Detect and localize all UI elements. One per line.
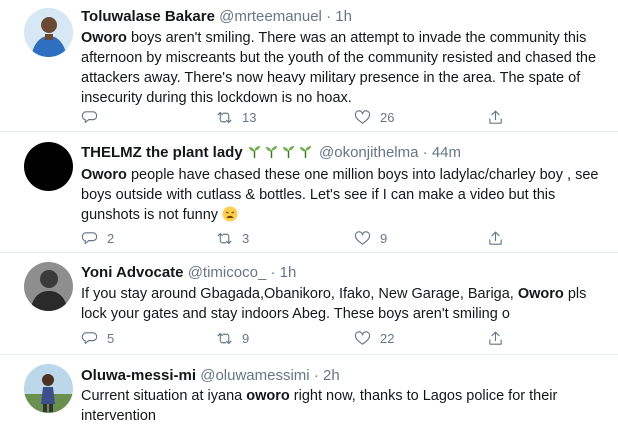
reply-button[interactable]: 5: [81, 329, 114, 347]
retweet-icon: [217, 232, 232, 244]
user-handle[interactable]: @mrteemanuel: [219, 8, 322, 25]
user-name[interactable]: THELMZ the plant lady: [81, 144, 243, 161]
like-button[interactable]: 22: [354, 329, 394, 347]
like-button[interactable]: 9: [354, 229, 387, 247]
avatar[interactable]: [24, 262, 73, 311]
tweet-text: Oworo boys aren't smiling. There was an …: [81, 28, 606, 108]
retweet-button[interactable]: 3: [216, 229, 249, 247]
separator-dot: ·: [270, 264, 276, 281]
share-icon: [489, 110, 502, 124]
tweet-text: If you stay around Gbagada,Obanikoro, If…: [81, 284, 606, 324]
reply-icon: [81, 110, 98, 123]
reply-icon: [81, 331, 98, 344]
tweet-actions: 2 3 9: [81, 229, 521, 247]
timestamp[interactable]: 2h: [323, 367, 340, 384]
share-button[interactable]: [487, 108, 504, 126]
tweet-actions: 5 9 22: [81, 329, 521, 347]
tweet-actions: 13 26: [81, 108, 521, 126]
seedling-icon: [282, 145, 294, 159]
weary-face-icon: [222, 206, 238, 222]
name-emoji-group: [247, 144, 319, 161]
tweet-text-rest: people have chased these one million boy…: [81, 167, 599, 223]
timestamp[interactable]: 44m: [432, 144, 461, 161]
like-button[interactable]: 26: [354, 108, 394, 126]
share-icon: [489, 231, 502, 245]
timestamp[interactable]: 1h: [280, 264, 297, 281]
tweet[interactable]: Oluwa-messi-mi @oluwamessimi · 2h Curren…: [0, 355, 618, 431]
tweet-text: Oworo people have chased these one milli…: [81, 165, 606, 225]
retweet-count: 9: [242, 330, 250, 346]
keyword-highlight: Oworo: [81, 30, 127, 46]
reply-count: 2: [107, 230, 115, 246]
heart-icon: [354, 230, 371, 245]
retweet-count: 13: [242, 109, 257, 125]
seedling-icon: [265, 145, 277, 159]
user-handle[interactable]: @timicoco_: [188, 264, 267, 281]
share-button[interactable]: [487, 229, 504, 247]
reply-count: 5: [107, 330, 115, 346]
user-name[interactable]: Oluwa-messi-mi: [81, 367, 196, 384]
user-handle[interactable]: @okonjithelma: [319, 144, 418, 161]
separator-dot: ·: [326, 8, 332, 25]
like-count: 22: [380, 330, 395, 346]
reply-button[interactable]: [81, 108, 107, 126]
tweet[interactable]: THELMZ the plant lady @okonjithelma · 44…: [0, 132, 618, 252]
seedling-icon: [299, 145, 311, 159]
keyword-highlight: Oworo: [81, 167, 127, 183]
avatar[interactable]: [24, 364, 73, 413]
keyword-highlight: Oworo: [517, 286, 564, 302]
tweet-header: THELMZ the plant lady @okonjithelma · 44…: [81, 144, 461, 162]
reply-icon: [81, 231, 98, 244]
avatar[interactable]: [24, 8, 73, 57]
keyword-highlight: oworo: [246, 388, 290, 404]
tweet-header: Toluwalase Bakare @mrteemanuel · 1h: [81, 8, 352, 26]
tweet[interactable]: Yoni Advocate @timicoco_ · 1h If you sta…: [0, 253, 618, 354]
avatar[interactable]: [24, 142, 73, 191]
timestamp[interactable]: 1h: [335, 8, 352, 25]
share-button[interactable]: [487, 329, 504, 347]
tweet-text-pre: If you stay around Gbagada,Obanikoro, If…: [81, 286, 518, 302]
tweet-header: Oluwa-messi-mi @oluwamessimi · 2h: [81, 367, 340, 385]
tweet-text-pre: Current situation at iyana: [81, 388, 247, 404]
tweet[interactable]: Toluwalase Bakare @mrteemanuel · 1h Owor…: [0, 0, 618, 131]
retweet-button[interactable]: 13: [216, 108, 256, 126]
separator-dot: ·: [422, 144, 428, 161]
retweet-button[interactable]: 9: [216, 329, 249, 347]
user-name[interactable]: Yoni Advocate: [81, 264, 184, 281]
retweet-icon: [217, 332, 232, 344]
heart-icon: [354, 330, 371, 345]
tweet-header: Yoni Advocate @timicoco_ · 1h: [81, 264, 296, 282]
retweet-icon: [217, 111, 232, 123]
share-icon: [489, 331, 502, 345]
like-count: 9: [380, 230, 388, 246]
heart-icon: [354, 109, 371, 124]
reply-button[interactable]: 2: [81, 229, 114, 247]
user-name[interactable]: Toluwalase Bakare: [81, 8, 215, 25]
tweet-text-rest: boys aren't smiling. There was an attemp…: [81, 30, 597, 106]
seedling-icon: [248, 145, 260, 159]
like-count: 26: [380, 109, 395, 125]
separator-dot: ·: [313, 367, 319, 384]
tweet-text: Current situation at iyana oworo right n…: [81, 386, 606, 426]
retweet-count: 3: [242, 230, 250, 246]
user-handle[interactable]: @oluwamessimi: [200, 367, 309, 384]
